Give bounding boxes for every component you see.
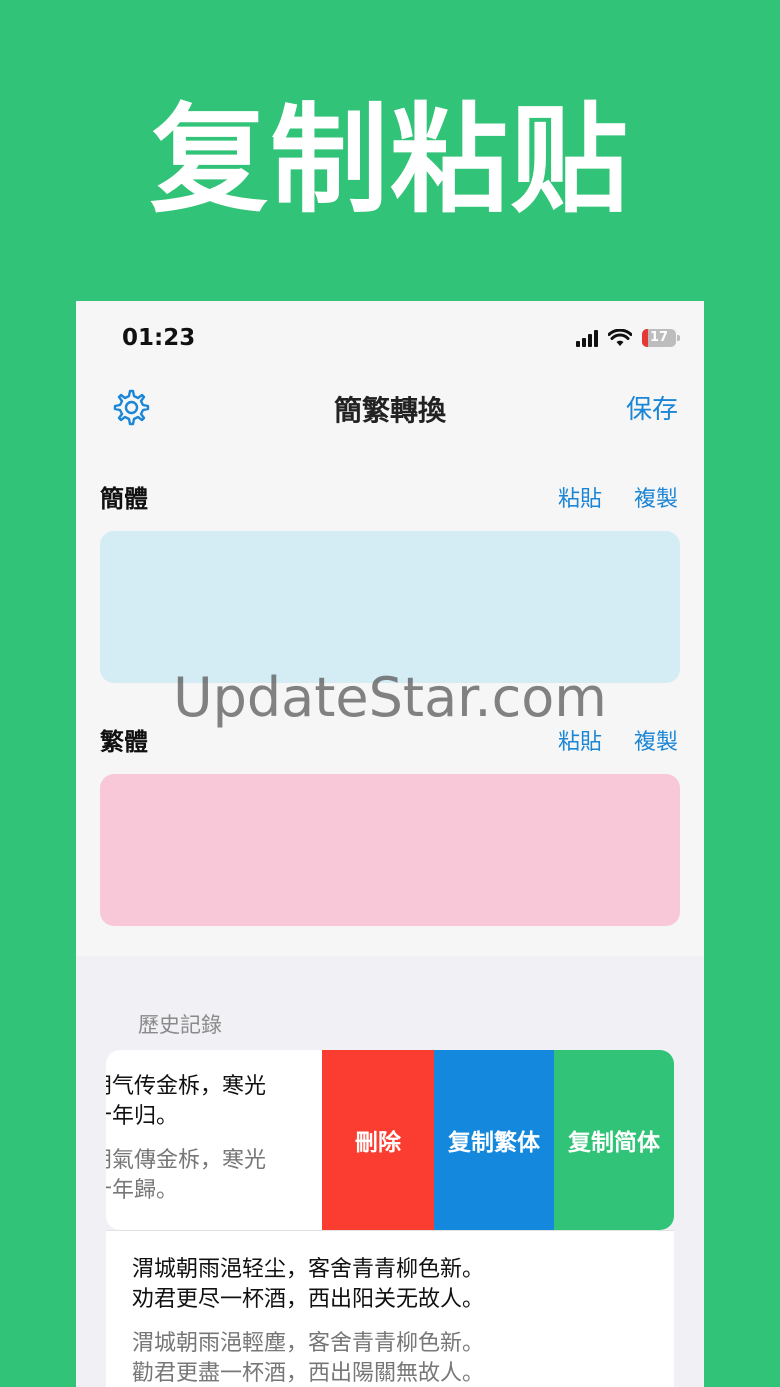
signal-icon	[576, 329, 598, 347]
status-time: 01:23	[122, 325, 196, 351]
simplified-paste-button[interactable]: 粘貼	[558, 481, 602, 513]
battery-level: 17	[649, 330, 669, 345]
simplified-actions: 粘貼 複製	[558, 481, 678, 513]
status-bar: 01:23 17	[76, 301, 704, 381]
history-simplified-line: 渭城朝雨浥轻尘，客舍青青柳色新。	[132, 1257, 485, 1282]
simplified-label: 簡體	[100, 485, 148, 513]
wifi-icon	[608, 329, 632, 346]
history-traditional-line: 渭城朝雨浥輕塵，客舍青青柳色新。	[132, 1331, 485, 1356]
watermark: UpdateStar.com	[173, 666, 607, 729]
simplified-copy-button[interactable]: 複製	[634, 481, 678, 513]
history-item[interactable]: 朔气传金柝，寒光 十年归。 朔氣傳金柝，寒光 十年歸。 刪除 复制繁体 复制简体	[106, 1050, 674, 1230]
history-traditional-line: 十年歸。	[106, 1178, 179, 1203]
simplified-input[interactable]	[100, 531, 680, 683]
copy-simplified-button[interactable]: 复制简体	[554, 1050, 674, 1230]
history-traditional-line: 朔氣傳金柝，寒光	[106, 1148, 267, 1173]
nav-bar: 簡繁轉換 保存	[76, 381, 704, 437]
copy-traditional-button[interactable]: 复制繁体	[434, 1050, 554, 1230]
battery-icon: 17	[642, 329, 680, 347]
history-item[interactable]: 渭城朝雨浥轻尘，客舍青青柳色新。 劝君更尽一杯酒，西出阳关无故人。 渭城朝雨浥輕…	[106, 1230, 674, 1387]
save-button[interactable]: 保存	[626, 389, 678, 426]
status-icons: 17	[576, 329, 680, 347]
delete-button[interactable]: 刪除	[322, 1050, 434, 1230]
history-simplified-line: 十年归。	[106, 1104, 179, 1129]
banner-title: 复制粘贴	[149, 91, 630, 229]
history-item-text: 朔气传金柝，寒光 十年归。 朔氣傳金柝，寒光 十年歸。	[106, 1050, 322, 1230]
history-simplified-line: 劝君更尽一杯酒，西出阳关无故人。	[132, 1287, 485, 1312]
phone-screen: 01:23 17 簡繁轉換 保存 簡體 粘貼 複製 繁體 粘貼 複製 歷史記錄 …	[76, 301, 704, 1387]
history-simplified-line: 朔气传金柝，寒光	[106, 1074, 267, 1099]
history-title: 歷史記錄	[138, 1013, 222, 1037]
history-traditional-line: 勸君更盡一杯酒，西出陽關無故人。	[132, 1361, 485, 1386]
traditional-input[interactable]	[100, 774, 680, 926]
page-title: 簡繁轉換	[333, 394, 446, 427]
